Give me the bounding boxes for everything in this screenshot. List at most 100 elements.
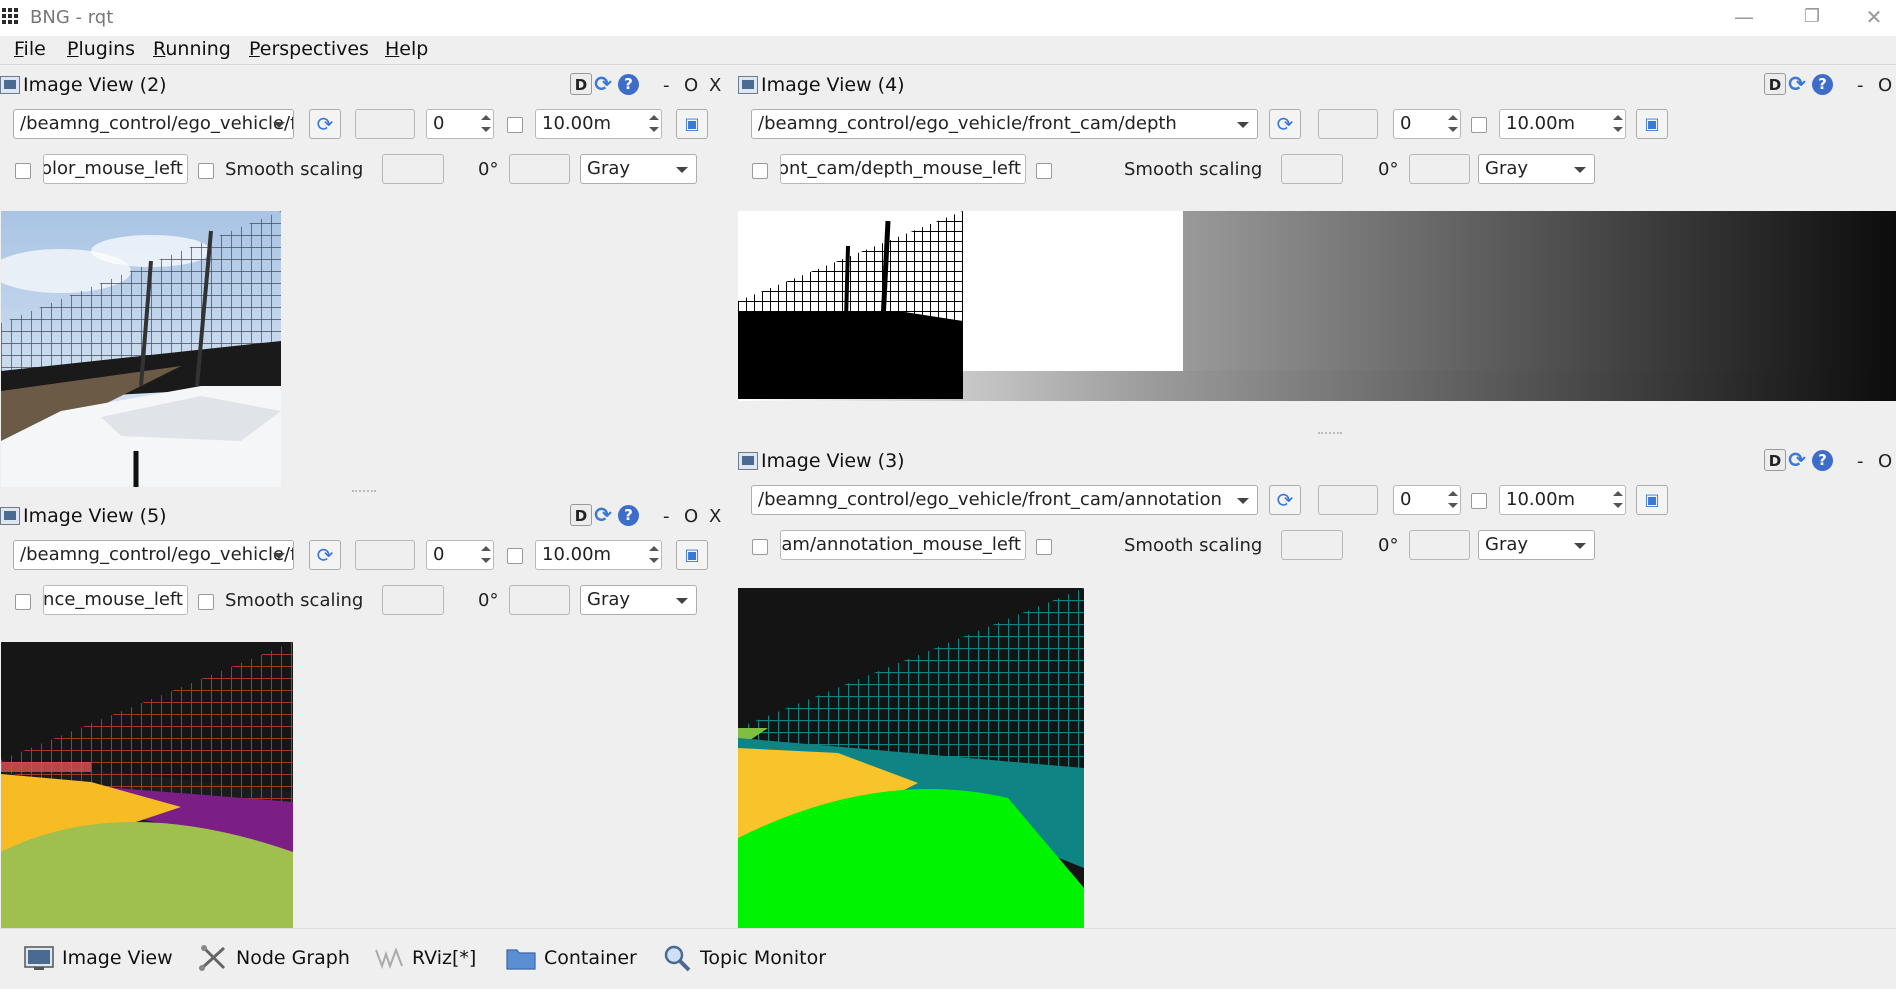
panel-float-button[interactable]: O: [684, 506, 698, 527]
panel-minimize-button[interactable]: -: [663, 506, 670, 527]
refresh-icon[interactable]: ⟳: [1786, 73, 1808, 95]
folder-icon: [506, 949, 536, 970]
refresh-topics-button[interactable]: ⟳: [1269, 485, 1301, 515]
topic-select[interactable]: /beamng_control/ego_vehicle/front_cam/in…: [13, 540, 294, 570]
d-button[interactable]: D: [570, 73, 592, 95]
close-button[interactable]: ✕: [1852, 2, 1896, 32]
refresh-icon[interactable]: ⟳: [1786, 449, 1808, 471]
blank-field[interactable]: [355, 540, 415, 570]
mouse-publish-checkbox[interactable]: [752, 163, 768, 179]
mouse-topic-field[interactable]: olor_mouse_left: [43, 154, 188, 184]
help-icon[interactable]: ?: [618, 505, 639, 526]
mouse-publish-checkbox[interactable]: [15, 163, 31, 179]
menu-plugins[interactable]: Plugins: [67, 38, 135, 60]
colormap-select[interactable]: Gray: [1478, 530, 1595, 560]
min-range-spinbox[interactable]: 0: [1393, 485, 1461, 515]
topic-select[interactable]: /beamng_control/ego_vehicle/front_cam/de…: [751, 109, 1258, 139]
rotation-label[interactable]: 0°: [478, 590, 498, 611]
panel-close-button[interactable]: X: [709, 75, 721, 96]
refresh-topics-button[interactable]: ⟳: [1269, 109, 1301, 139]
topic-select[interactable]: /beamng_control/ego_vehicle/front_cam/an…: [751, 485, 1258, 515]
blank-field-3[interactable]: [509, 585, 570, 615]
d-button[interactable]: D: [570, 504, 592, 526]
blank-field-2[interactable]: [1281, 154, 1343, 184]
bottom-item-node-graph[interactable]: Node Graph: [198, 944, 350, 974]
smooth-scaling-checkbox[interactable]: [1036, 539, 1052, 555]
splitter-handle[interactable]: [352, 490, 376, 494]
save-image-button[interactable]: ▣: [1636, 109, 1668, 139]
save-image-button[interactable]: ▣: [1636, 485, 1668, 515]
colormap-select[interactable]: Gray: [580, 585, 697, 615]
image-display[interactable]: [738, 588, 1084, 928]
image-display[interactable]: [1, 642, 293, 928]
panel-float-button[interactable]: O: [1878, 75, 1892, 96]
rotation-label[interactable]: 0°: [1378, 535, 1398, 556]
refresh-icon[interactable]: ⟳: [592, 73, 614, 95]
blank-field[interactable]: [1318, 485, 1378, 515]
menu-help[interactable]: Help: [385, 38, 428, 60]
max-range-spinbox[interactable]: 10.00m: [535, 109, 662, 139]
panel-minimize-button[interactable]: -: [1857, 451, 1864, 472]
max-range-spinbox[interactable]: 10.00m: [1499, 485, 1626, 515]
save-image-button[interactable]: ▣: [676, 540, 708, 570]
bottom-item-image-view[interactable]: Image View: [24, 944, 174, 974]
smooth-scaling-checkbox[interactable]: [198, 163, 214, 179]
smooth-scaling-checkbox[interactable]: [1036, 163, 1052, 179]
blank-field-2[interactable]: [1281, 530, 1343, 560]
save-image-button[interactable]: ▣: [676, 109, 708, 139]
rotation-label[interactable]: 0°: [1378, 159, 1398, 180]
help-icon[interactable]: ?: [618, 74, 639, 95]
range-checkbox[interactable]: [1471, 117, 1487, 133]
bottom-item-rviz[interactable]: RViz[*]: [374, 944, 494, 974]
panel-float-button[interactable]: O: [684, 75, 698, 96]
panel-minimize-button[interactable]: -: [663, 75, 670, 96]
image-display[interactable]: [1, 211, 281, 487]
blank-field[interactable]: [1318, 109, 1378, 139]
splitter-handle[interactable]: [1318, 432, 1342, 436]
max-range-spinbox[interactable]: 10.00m: [1499, 109, 1626, 139]
mouse-topic-field[interactable]: nce_mouse_left: [43, 585, 188, 615]
refresh-icon[interactable]: ⟳: [592, 504, 614, 526]
min-range-spinbox[interactable]: 0: [1393, 109, 1461, 139]
mouse-topic-field[interactable]: front_cam/annotation_mouse_left: [780, 530, 1026, 560]
blank-field-3[interactable]: [1409, 530, 1470, 560]
blank-field-2[interactable]: [382, 154, 444, 184]
mouse-topic-field[interactable]: icle/front_cam/depth_mouse_left: [780, 154, 1026, 184]
bottom-item-topic-monitor[interactable]: Topic Monitor: [662, 944, 832, 974]
minimize-button[interactable]: —: [1722, 2, 1766, 32]
help-icon[interactable]: ?: [1812, 74, 1833, 95]
menu-perspectives[interactable]: Perspectives: [249, 38, 369, 60]
max-range-spinbox[interactable]: 10.00m: [535, 540, 662, 570]
d-button[interactable]: D: [1764, 73, 1786, 95]
bottom-item-container[interactable]: Container: [506, 944, 646, 974]
min-range-spinbox[interactable]: 0: [426, 540, 494, 570]
min-range-spinbox[interactable]: 0: [426, 109, 494, 139]
d-button[interactable]: D: [1764, 449, 1786, 471]
restore-button[interactable]: ❐: [1790, 2, 1834, 32]
image-display[interactable]: [738, 211, 1896, 401]
blank-field-2[interactable]: [382, 585, 444, 615]
colormap-select[interactable]: Gray: [580, 154, 697, 184]
refresh-topics-button[interactable]: ⟳: [309, 540, 341, 570]
range-checkbox[interactable]: [1471, 493, 1487, 509]
blank-field[interactable]: [355, 109, 415, 139]
menu-file[interactable]: File: [14, 38, 46, 60]
colormap-select[interactable]: Gray: [1478, 154, 1595, 184]
blank-field-3[interactable]: [1409, 154, 1470, 184]
menu-running[interactable]: Running: [153, 38, 231, 60]
rotation-label[interactable]: 0°: [478, 159, 498, 180]
help-icon[interactable]: ?: [1812, 450, 1833, 471]
range-checkbox[interactable]: [507, 117, 523, 133]
topic-select[interactable]: /beamng_control/ego_vehicle/front_cam/co…: [13, 109, 294, 139]
smooth-scaling-checkbox[interactable]: [198, 594, 214, 610]
mouse-publish-checkbox[interactable]: [15, 594, 31, 610]
panel-close-button[interactable]: X: [709, 506, 721, 527]
panel-minimize-button[interactable]: -: [1857, 75, 1864, 96]
panel-float-button[interactable]: O: [1878, 451, 1892, 472]
refresh-topics-button[interactable]: ⟳: [309, 109, 341, 139]
blank-field-3[interactable]: [509, 154, 570, 184]
panel-title: Image View (4): [761, 74, 905, 96]
range-checkbox[interactable]: [507, 548, 523, 564]
mouse-publish-checkbox[interactable]: [752, 539, 768, 555]
topic-select-value: /beamng_control/ego_vehicle/front_cam/an…: [758, 489, 1222, 510]
